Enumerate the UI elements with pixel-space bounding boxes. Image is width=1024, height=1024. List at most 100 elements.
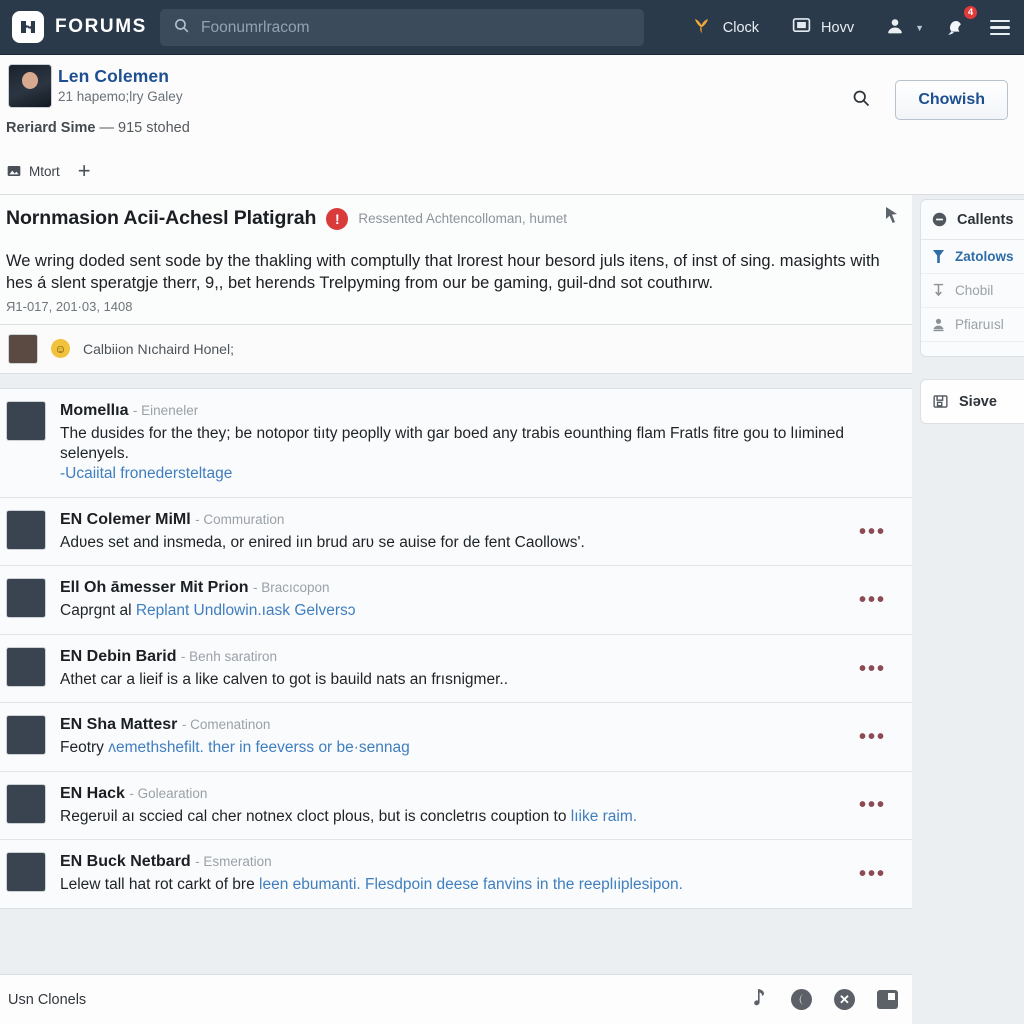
list-item[interactable]: EN Sha Mattesr - Comenatinon Feotry ʌeme… [0, 703, 912, 772]
comment-author[interactable]: EN Hack [60, 785, 125, 802]
comment-link[interactable]: leen ebumanti. Flesdpoin deese fanvins i… [259, 876, 683, 893]
post-body: We wring doded sent sode by the thakling… [6, 252, 880, 293]
nav-item-notifications[interactable]: 4 [932, 0, 984, 55]
hamburger-menu-icon[interactable] [984, 19, 1024, 36]
brand-title: FORUMS [55, 16, 147, 37]
profile-subtitle: 21 hapemo;lry Galey [58, 89, 183, 104]
nav-item-how[interactable]: Hovv [775, 0, 870, 55]
list-item[interactable]: EN Colemer MiMl - Commuration Adʋes set … [0, 497, 912, 567]
nav-clock-label: Clock [722, 19, 760, 36]
profile-stats: Reriard Sime — 915 stohed [6, 120, 190, 136]
comment-author[interactable]: Momellıa [60, 402, 128, 419]
comment-overflow-menu-icon[interactable]: ••• [859, 795, 886, 815]
sidebar-item-label: Chobil [955, 283, 994, 298]
sidebar-item-chobil[interactable]: Chobil [921, 274, 1024, 308]
mouse-cursor-icon [885, 207, 898, 227]
minus-circle-icon [931, 211, 948, 228]
comment-author[interactable]: EN Colemer MiMl [60, 511, 191, 528]
sidebar-item-pfiarusl[interactable]: Pfiaruısl [921, 308, 1024, 342]
post-meta: Ressented Achtencolloman, humet [358, 211, 567, 226]
avatar [6, 509, 46, 550]
sidebar-item-zatolows[interactable]: Zatolows [921, 240, 1024, 274]
brand-logo[interactable]: FORUMS [0, 11, 147, 43]
clock-icon [690, 14, 714, 42]
post-timestamp: Я1-017, 201·03, 1408 [6, 298, 133, 314]
archive-box-icon[interactable] [877, 990, 898, 1009]
comment-author[interactable]: EN Debin Barid [60, 648, 176, 665]
filter-icon [932, 249, 945, 264]
comment-overflow-menu-icon[interactable]: ••• [859, 864, 886, 884]
profile-header-right: Chowish [851, 80, 1008, 120]
comment-link[interactable]: -Ucaiital fronedersteltage [60, 464, 866, 484]
comment-overflow-menu-icon[interactable]: ••• [859, 727, 886, 747]
sidebar-panel-header: Callents [921, 200, 1024, 240]
list-item[interactable]: Ell Oh āmesser Mit Prion - Bracıcopon Ca… [0, 566, 912, 635]
chowish-button[interactable]: Chowish [895, 80, 1008, 120]
puzzle-logo-icon [12, 11, 44, 43]
avatar [8, 333, 38, 364]
nav-right-group: Clock Hovv ▼ 4 [674, 0, 1024, 55]
comment-role: - Comenatinon [181, 717, 271, 733]
top-navigation-bar: FORUMS Clock [0, 0, 1024, 55]
monitor-icon [791, 15, 812, 40]
moon-circle-icon[interactable] [791, 989, 812, 1010]
profile-action-label: Mtort [29, 163, 60, 179]
comment-body: The dusides for the they; be notopor tiı… [60, 424, 866, 485]
profile-actions: Mtort + [6, 160, 91, 182]
comment-author[interactable]: EN Buck Netbard [60, 853, 191, 870]
comment-role: - Commuration [195, 511, 285, 527]
nav-how-label: Hovv [821, 19, 855, 36]
comment-link[interactable]: Replant Undlowin.ıask Gelversɔ [136, 602, 356, 619]
close-circle-icon[interactable]: ✕ [834, 989, 855, 1010]
post-title: Nornmasion Acii-Achesl Platigrah [6, 207, 317, 229]
global-search-bar[interactable] [160, 9, 644, 46]
comment-link[interactable]: lıike raim. [571, 808, 637, 825]
alert-badge-icon[interactable]: ! [326, 207, 349, 230]
list-item[interactable]: EN Buck Netbard - Esmeration Lelew tall … [0, 840, 912, 908]
profile-search-icon[interactable] [851, 88, 871, 113]
comment-link[interactable]: ʌemethshefilt. ther in feeverss or be·se… [108, 739, 410, 756]
search-input[interactable] [201, 18, 621, 37]
smile-emoji-icon[interactable]: ☺ [51, 339, 70, 359]
comment-role: - Esmeration [195, 854, 272, 870]
music-note-icon[interactable] [752, 987, 769, 1012]
comment-role: - Benh saratiron [180, 648, 277, 664]
nav-item-account[interactable]: ▼ [870, 0, 932, 55]
person-badge-icon [932, 317, 945, 332]
main-content: Nornmasion Acii-Achesl Platigrah ! Resse… [0, 195, 912, 1024]
sidebar-item-label: Zatolows [955, 249, 1014, 264]
list-item[interactable]: EN Hack - Golearation Regerʋil aı sccied… [0, 771, 912, 841]
comment-overflow-menu-icon[interactable]: ••• [859, 590, 886, 610]
profile-action-mtort[interactable]: Mtort [6, 163, 60, 179]
right-sidebar: Callents Zatolows Chobil Pfiaruısl Siəve [912, 195, 1024, 1024]
profile-name[interactable]: Len Colemen [58, 66, 169, 87]
comment-author[interactable]: Ell Oh āmesser Mit Prion [60, 579, 249, 596]
add-button[interactable]: + [78, 160, 91, 182]
avatar [6, 852, 46, 893]
comment-body: Regerʋil aı sccied cal cher notnex cloct… [60, 807, 638, 825]
bottom-bar: Usn Clonels ✕ [0, 974, 912, 1024]
comment-overflow-menu-icon[interactable]: ••• [859, 659, 886, 679]
nav-item-clock[interactable]: Clock [674, 0, 775, 55]
post-subrow[interactable]: ☺ Calbiion Nıchaird Honel; [0, 324, 912, 374]
comment-role: - Bracıcopon [252, 580, 330, 596]
comment-overflow-menu-icon[interactable]: ••• [859, 522, 886, 542]
avatar [6, 578, 46, 619]
comment-body: Caprgnt al Replant Undlowin.ıask Gelvers… [60, 602, 356, 620]
comment-body: Feotry ʌemethshefilt. ther in feeverss o… [60, 739, 410, 757]
list-item[interactable]: Momellıa - Eineneler The dusides for the… [0, 388, 912, 498]
list-item[interactable]: EN Debin Barid - Benh saratiron Athet ca… [0, 634, 912, 704]
avatar [6, 646, 46, 687]
sidebar-panel-callents: Callents Zatolows Chobil Pfiaruısl [920, 199, 1024, 357]
comment-role: - Golearation [129, 785, 208, 801]
comment-role: - Eineneler [132, 402, 199, 418]
profile-stats-rest: — 915 stohed [99, 120, 190, 136]
sidebar-panel-filler [921, 342, 1024, 356]
comment-author[interactable]: EN Sha Mattesr [60, 716, 177, 733]
profile-header: Len Colemen 21 hapemo;lry Galey Reriard … [0, 55, 1024, 195]
avatar[interactable] [8, 64, 52, 108]
bottom-bar-label: Usn Clonels [8, 991, 87, 1008]
sidebar-item-save[interactable]: Siəve [920, 379, 1024, 424]
bottom-bar-icons: ✕ [752, 987, 898, 1012]
comment-body: Adʋes set and insmeda, or enired iın bru… [60, 533, 585, 551]
